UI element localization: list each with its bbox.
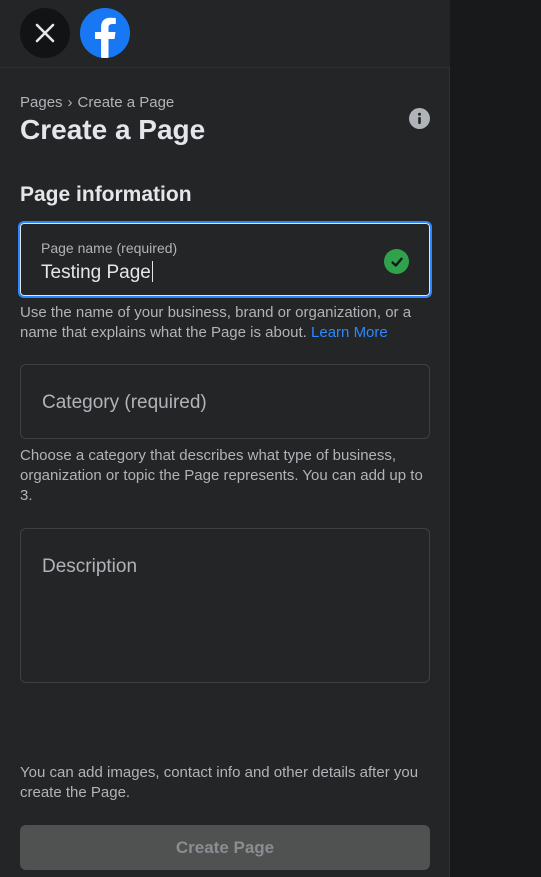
category-help: Choose a category that describes what ty…: [20, 447, 423, 504]
breadcrumb-current: Create a Page: [77, 94, 175, 111]
facebook-logo[interactable]: [80, 8, 130, 58]
close-button[interactable]: [20, 8, 70, 58]
section-title: Page information: [20, 183, 192, 206]
page-title: Create a Page: [20, 114, 206, 145]
page-name-label: Page name (required): [41, 240, 178, 256]
info-icon: [418, 112, 421, 124]
category-placeholder: Category (required): [42, 392, 207, 413]
description-field[interactable]: Description: [20, 528, 430, 683]
page-name-value: Testing Page: [41, 262, 151, 283]
text-caret: [151, 261, 153, 282]
page-name-field[interactable]: Page name (required) Testing Page: [18, 221, 432, 298]
check-icon: [384, 249, 409, 274]
close-icon: [35, 23, 55, 43]
breadcrumb-pages-link[interactable]: Pages: [20, 94, 63, 111]
page-name-input[interactable]: Testing Page: [41, 261, 153, 284]
create-page-panel: Pages › Create a Page Create a Page Page i…: [0, 0, 450, 877]
learn-more-link[interactable]: Learn More: [311, 324, 388, 341]
info-button[interactable]: [409, 108, 430, 129]
description-placeholder: Description: [42, 556, 138, 577]
breadcrumb: Pages › Create a Page: [20, 94, 174, 111]
page-name-help: Use the name of your business, brand or …: [20, 303, 430, 343]
create-page-button[interactable]: Create Page: [20, 825, 430, 870]
footer-note: You can add images, contact info and oth…: [20, 764, 419, 801]
panel-header: [0, 0, 450, 68]
preview-area: [451, 0, 541, 877]
category-field[interactable]: Category (required): [20, 364, 430, 439]
breadcrumb-separator: ›: [67, 94, 73, 111]
